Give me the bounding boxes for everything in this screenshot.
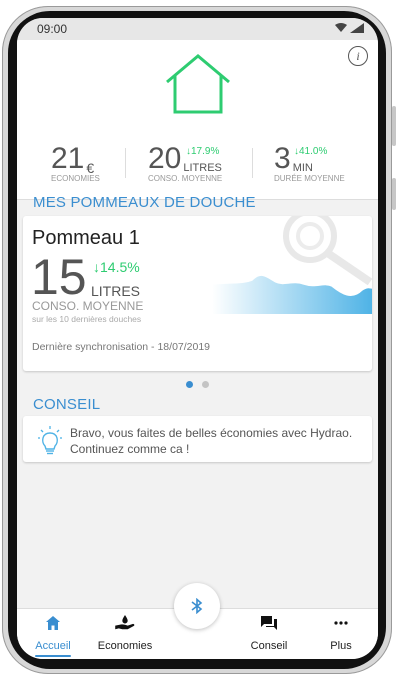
home-icon — [46, 616, 60, 630]
nav-active-underline — [35, 655, 71, 657]
volume-button — [392, 106, 396, 146]
house-icon — [166, 54, 230, 114]
pommeau-change: ↓14.5% — [93, 259, 140, 275]
pommeau-sublabel: sur les 10 dernières douches — [32, 314, 142, 324]
water-hand-icon — [115, 615, 135, 630]
chat-icon — [261, 616, 277, 630]
divider — [252, 148, 253, 178]
info-icon[interactable]: i — [348, 46, 368, 66]
pommeau-unit: LITRES — [91, 283, 141, 299]
nav-label: Conseil — [250, 640, 288, 652]
pommeau-label: CONSO. MOYENNE — [32, 299, 144, 313]
stat-unit: MIN — [292, 162, 313, 174]
nav-economies[interactable]: Economies — [95, 609, 155, 659]
carousel-dot-active[interactable] — [186, 381, 193, 388]
stat-value: 21 — [51, 142, 85, 175]
pommeau-title: Pommeau 1 — [32, 227, 140, 249]
stat-unit: LITRES — [183, 162, 222, 174]
section-title-conseil: CONSEIL — [33, 396, 101, 413]
status-bar: 09:00 — [17, 18, 378, 40]
more-icon — [334, 621, 348, 625]
app-screen: 09:00 i 21 € ECONOMIES 20 LITRES ↓17.9% CO… — [17, 18, 378, 659]
signal-icon — [350, 23, 364, 34]
bluetooth-icon — [191, 598, 203, 614]
section-title-pommeaux: MES POMMEAUX DE DOUCHE — [33, 194, 256, 211]
stat-value: 3 — [274, 142, 291, 175]
pommeau-card[interactable]: Pommeau 1 15 ↓14.5% LITRES CONSO. MOYENN… — [23, 216, 372, 371]
tip-line-2: Continuez comme ca ! — [70, 442, 190, 456]
tip-card[interactable]: Bravo, vous faites de belles économies a… — [23, 416, 372, 462]
divider — [125, 148, 126, 178]
stat-label: CONSO. MOYENNE — [148, 174, 223, 183]
wifi-icon — [334, 23, 347, 33]
power-button — [392, 178, 396, 210]
nav-label: Accueil — [35, 640, 71, 652]
status-time: 09:00 — [37, 22, 68, 36]
stat-duree-moyenne: 3 MIN ↓41.0% DURÉE MOYENNE — [274, 142, 345, 184]
nav-label: Economies — [97, 640, 153, 652]
nav-label: Plus — [330, 640, 352, 652]
stat-economies: 21 € ECONOMIES — [51, 142, 100, 184]
carousel-dot[interactable] — [202, 381, 209, 388]
stat-change: ↓41.0% — [294, 146, 328, 157]
stat-change: ↓17.9% — [186, 146, 220, 157]
tip-line-1: Bravo, vous faites de belles économies a… — [70, 426, 353, 440]
pommeau-value: 15 — [31, 249, 87, 305]
stat-unit: € — [86, 160, 95, 176]
summary-header: i 21 € ECONOMIES 20 LITRES ↓17.9% CONSO. M… — [17, 40, 378, 200]
nav-conseil[interactable]: Conseil — [239, 609, 299, 659]
sync-text: Dernière synchronisation - 18/07/2019 — [32, 341, 211, 353]
consumption-wave — [212, 274, 372, 314]
bluetooth-button[interactable] — [174, 583, 220, 629]
lightbulb-icon — [38, 426, 62, 455]
stat-label: DURÉE MOYENNE — [274, 174, 345, 183]
stat-value: 20 — [148, 142, 182, 175]
status-icons — [334, 22, 364, 34]
stat-conso-moyenne: 20 LITRES ↓17.9% CONSO. MOYENNE — [148, 142, 222, 184]
stat-label: ECONOMIES — [51, 174, 100, 183]
nav-accueil[interactable]: Accueil — [23, 609, 83, 659]
bottom-nav: Accueil Economies Conseil Plus — [17, 583, 378, 659]
nav-plus[interactable]: Plus — [311, 609, 371, 659]
